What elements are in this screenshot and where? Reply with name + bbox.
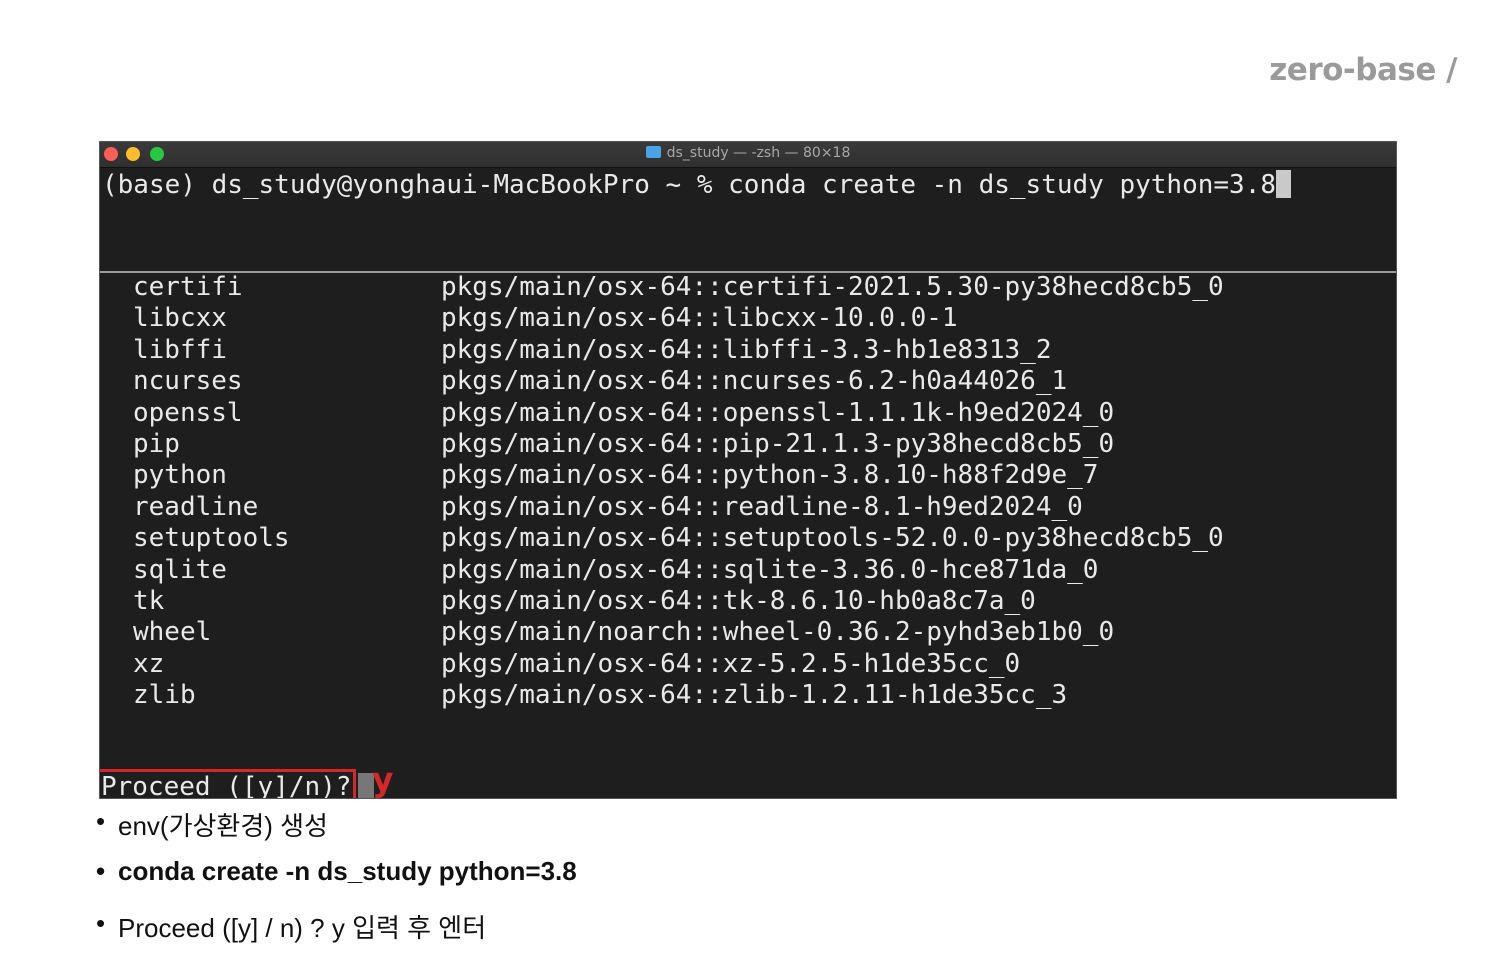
command-text: (base) ds_study@yonghaui-MacBookPro ~ % … xyxy=(102,170,1276,200)
proceed-line[interactable]: Proceed ([y]/n)? xyxy=(100,769,375,799)
package-path: pkgs/main/osx-64::libffi-3.3-hb1e8313_2 xyxy=(441,334,1052,365)
package-path: pkgs/main/osx-64::setuptools-52.0.0-py38… xyxy=(441,523,1224,554)
package-name: readline xyxy=(133,491,259,522)
package-row: certifi pkgs/main/osx-64::certifi-2021.5.… xyxy=(100,272,1396,303)
package-row: libcxx pkgs/main/osx-64::libcxx-10.0.0-1 xyxy=(100,303,1396,334)
brand-logo: zero-base / xyxy=(1269,52,1457,88)
package-name: setuptools xyxy=(133,523,290,554)
package-path: pkgs/main/osx-64::xz-5.2.5-h1de35cc_0 xyxy=(441,648,1021,679)
package-name: zlib xyxy=(133,680,196,711)
package-row: ncurses pkgs/main/osx-64::ncurses-6.2-h0a… xyxy=(100,366,1396,397)
package-path: pkgs/main/osx-64::zlib-1.2.11-h1de35cc_3 xyxy=(441,680,1068,711)
note-item: conda create -n ds_study python=3.8 xyxy=(96,856,577,908)
package-name: openssl xyxy=(133,397,243,428)
package-row: python pkgs/main/osx-64::python-3.8.10-h8… xyxy=(100,460,1396,491)
terminal-title-bar[interactable]: ds_study — -zsh — 80×18 xyxy=(100,142,1396,168)
package-path: pkgs/main/osx-64::readline-8.1-h9ed2024_… xyxy=(441,491,1083,522)
note-item: env(가상환경) 생성 xyxy=(96,806,577,856)
package-name: libcxx xyxy=(133,303,227,334)
package-row: openssl pkgs/main/osx-64::openssl-1.1.1k-… xyxy=(100,398,1396,429)
note-item: Proceed ([y] / n) ? y 입력 후 엔터 xyxy=(96,908,577,948)
package-path: pkgs/main/osx-64::certifi-2021.5.30-py38… xyxy=(441,272,1224,302)
package-name: python xyxy=(133,460,227,491)
package-path: pkgs/main/osx-64::sqlite-3.36.0-hce871da… xyxy=(441,554,1099,585)
typed-answer: y xyxy=(372,760,394,799)
package-row: tk pkgs/main/osx-64::tk-8.6.10-hb0a8c7a_0 xyxy=(100,586,1396,617)
package-name: wheel xyxy=(133,617,212,648)
folder-icon xyxy=(645,146,661,158)
package-row: wheel pkgs/main/noarch::wheel-0.36.2-pyhd… xyxy=(100,617,1396,648)
package-row: pip pkgs/main/osx-64::pip-21.1.3-py38hecd… xyxy=(100,429,1396,460)
package-row: sqlite pkgs/main/osx-64::sqlite-3.36.0-hc… xyxy=(100,555,1396,586)
package-name: pip xyxy=(133,428,180,459)
proceed-prompt: Proceed ([y]/n)? xyxy=(101,772,352,799)
package-path: pkgs/main/osx-64::libcxx-10.0.0-1 xyxy=(441,303,958,334)
package-path: pkgs/main/osx-64::tk-8.6.10-hb0a8c7a_0 xyxy=(441,585,1036,616)
terminal-window[interactable]: ds_study — -zsh — 80×18 (base) ds_study@… xyxy=(99,141,1397,799)
package-path: pkgs/main/osx-64::ncurses-6.2-h0a44026_1 xyxy=(441,366,1068,397)
package-row: libffi pkgs/main/osx-64::libffi-3.3-hb1e8… xyxy=(100,335,1396,366)
package-name: xz xyxy=(133,648,165,679)
package-name: libffi xyxy=(133,334,227,365)
package-path: pkgs/main/noarch::wheel-0.36.2-pyhd3eb1b… xyxy=(441,617,1115,648)
proceed-prompt-highlight: Proceed ([y]/n)? xyxy=(100,769,357,799)
package-name: ncurses xyxy=(133,366,243,397)
command-line[interactable]: (base) ds_study@yonghaui-MacBookPro ~ % … xyxy=(102,170,1291,201)
package-name: tk xyxy=(133,585,165,616)
package-path: pkgs/main/osx-64::pip-21.1.3-py38hecd8cb… xyxy=(441,428,1115,459)
package-path: pkgs/main/osx-64::python-3.8.10-h88f2d9e… xyxy=(441,460,1099,491)
package-name: sqlite xyxy=(133,554,227,585)
package-path: pkgs/main/osx-64::openssl-1.1.1k-h9ed202… xyxy=(441,397,1115,428)
package-row: xz pkgs/main/osx-64::xz-5.2.5-h1de35cc_0 xyxy=(100,649,1396,680)
window-title: ds_study — -zsh — 80×18 xyxy=(100,145,1396,161)
package-row: readline pkgs/main/osx-64::readline-8.1-h… xyxy=(100,492,1396,523)
package-name: certifi xyxy=(133,272,243,302)
package-row: zlib pkgs/main/osx-64::zlib-1.2.11-h1de35… xyxy=(100,680,1396,711)
window-title-text: ds_study — -zsh — 80×18 xyxy=(666,145,851,161)
package-row: setuptools pkgs/main/osx-64::setuptools-5… xyxy=(100,523,1396,554)
cursor-icon xyxy=(1276,170,1291,198)
notes-list: env(가상환경) 생성 conda create -n ds_study py… xyxy=(96,806,577,948)
package-list: certifi pkgs/main/osx-64::certifi-2021.5.… xyxy=(100,272,1396,711)
